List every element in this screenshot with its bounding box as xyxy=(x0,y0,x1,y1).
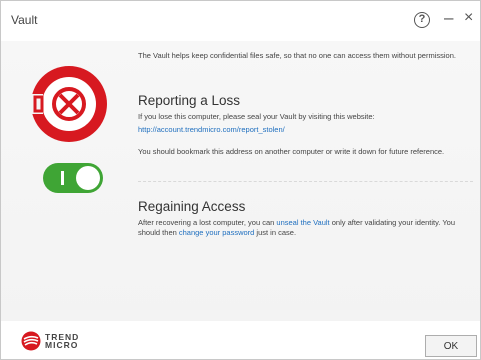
regaining-text-part3: just in case. xyxy=(254,228,297,237)
bookmark-note: You should bookmark this address on anot… xyxy=(138,147,445,156)
trend-micro-wordmark: TREND MICRO xyxy=(45,333,79,350)
vault-toggle[interactable] xyxy=(43,163,103,193)
content-area: The Vault helps keep confidential files … xyxy=(1,41,480,321)
close-button[interactable]: × xyxy=(464,9,473,27)
intro-text: The Vault helps keep confidential files … xyxy=(138,51,456,60)
regaining-heading: Regaining Access xyxy=(138,199,246,214)
trend-micro-logo: TREND MICRO xyxy=(21,331,79,351)
vault-window: Vault ? – × The Vault helps keep confide… xyxy=(0,0,481,360)
regaining-text-part1: After recovering a lost computer, you ca… xyxy=(138,218,277,227)
change-password-link[interactable]: change your password xyxy=(179,228,254,237)
question-mark-icon: ? xyxy=(418,13,426,25)
report-stolen-link[interactable]: http://account.trendmicro.com/report_sto… xyxy=(138,125,463,135)
section-divider xyxy=(138,181,473,182)
title-bar: Vault ? – × xyxy=(1,1,480,41)
vault-icon xyxy=(30,66,107,142)
unseal-vault-link[interactable]: unseal the Vault xyxy=(276,218,329,227)
side-panel xyxy=(1,41,129,321)
toggle-on-indicator xyxy=(61,171,64,185)
reporting-text: If you lose this computer, please seal y… xyxy=(138,112,375,121)
window-title: Vault xyxy=(11,13,38,27)
regaining-text: After recovering a lost computer, you ca… xyxy=(138,218,463,238)
toggle-knob xyxy=(76,166,100,190)
reporting-heading: Reporting a Loss xyxy=(138,93,241,108)
trend-micro-logo-icon xyxy=(21,331,41,351)
help-button[interactable]: ? xyxy=(414,12,430,28)
brand-line-2: MICRO xyxy=(45,340,79,350)
ok-button[interactable]: OK xyxy=(425,335,477,357)
footer: TREND MICRO OK xyxy=(1,321,480,359)
minimize-button[interactable]: – xyxy=(444,8,453,28)
